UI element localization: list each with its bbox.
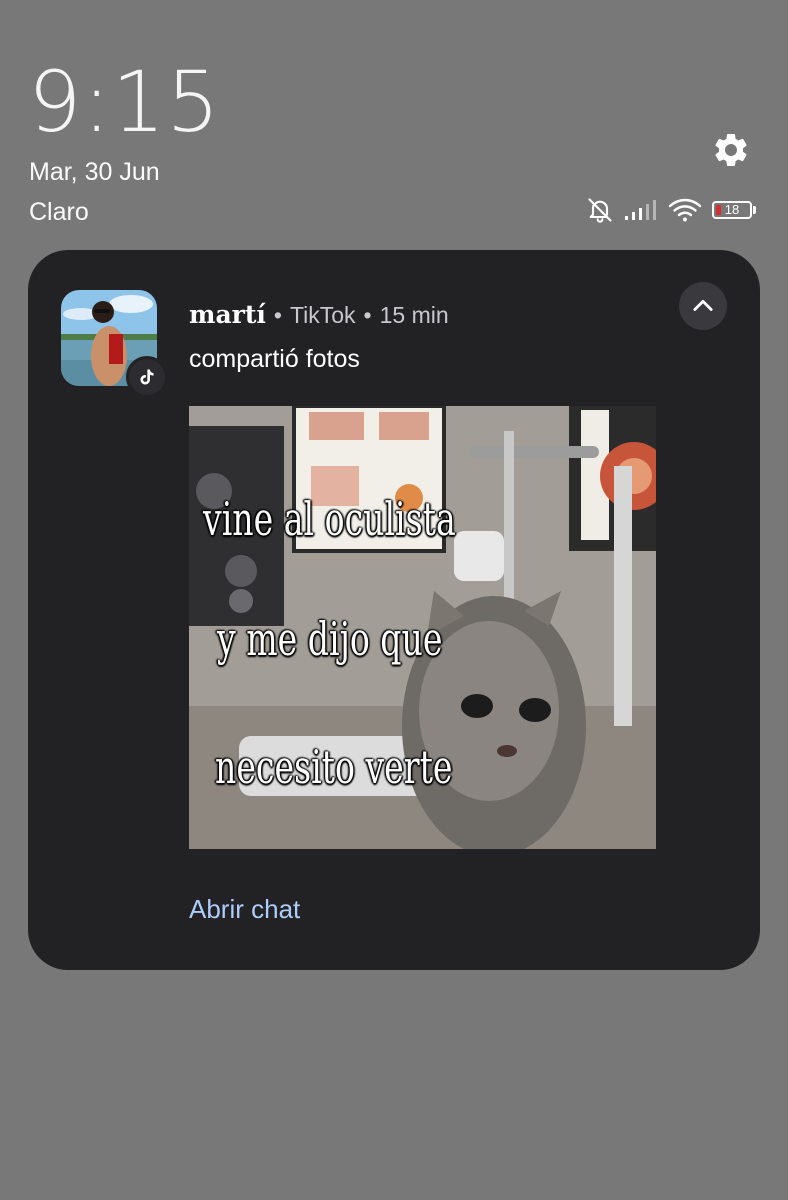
battery-level: 18 (724, 202, 740, 217)
time-ago: 15 min (379, 302, 449, 328)
tiktok-icon (126, 356, 168, 398)
settings-icon[interactable] (711, 130, 751, 170)
bell-off-icon (588, 198, 612, 223)
sender-name: martí (189, 300, 266, 329)
carrier-label: Claro (29, 198, 89, 226)
meme-caption-line: vine al oculista (203, 492, 456, 546)
status-bar-icons: 18 (586, 196, 756, 224)
separator: • (273, 302, 282, 328)
date-label: Mar, 30 Jun (29, 158, 160, 186)
notification-message: compartió fotos (189, 345, 360, 373)
notification-header: martí • TikTok • 15 min (189, 300, 449, 329)
meme-caption-line: necesito verte (215, 740, 453, 794)
app-name: TikTok (289, 302, 356, 328)
shared-photo[interactable]: vine al oculista y me dijo que necesito … (189, 406, 656, 849)
chevron-up-icon (693, 299, 713, 311)
notification-card[interactable]: martí • TikTok • 15 min compartió fotos (28, 250, 760, 970)
meme-caption-line: y me dijo que (217, 612, 443, 666)
collapse-button[interactable] (679, 282, 727, 330)
open-chat-button[interactable]: Abrir chat (189, 894, 300, 925)
battery-icon: 18 (712, 201, 756, 219)
clock-time: 9:15 (28, 53, 221, 151)
signal-icon (625, 200, 656, 220)
wifi-icon (668, 198, 702, 222)
separator: • (363, 302, 372, 328)
